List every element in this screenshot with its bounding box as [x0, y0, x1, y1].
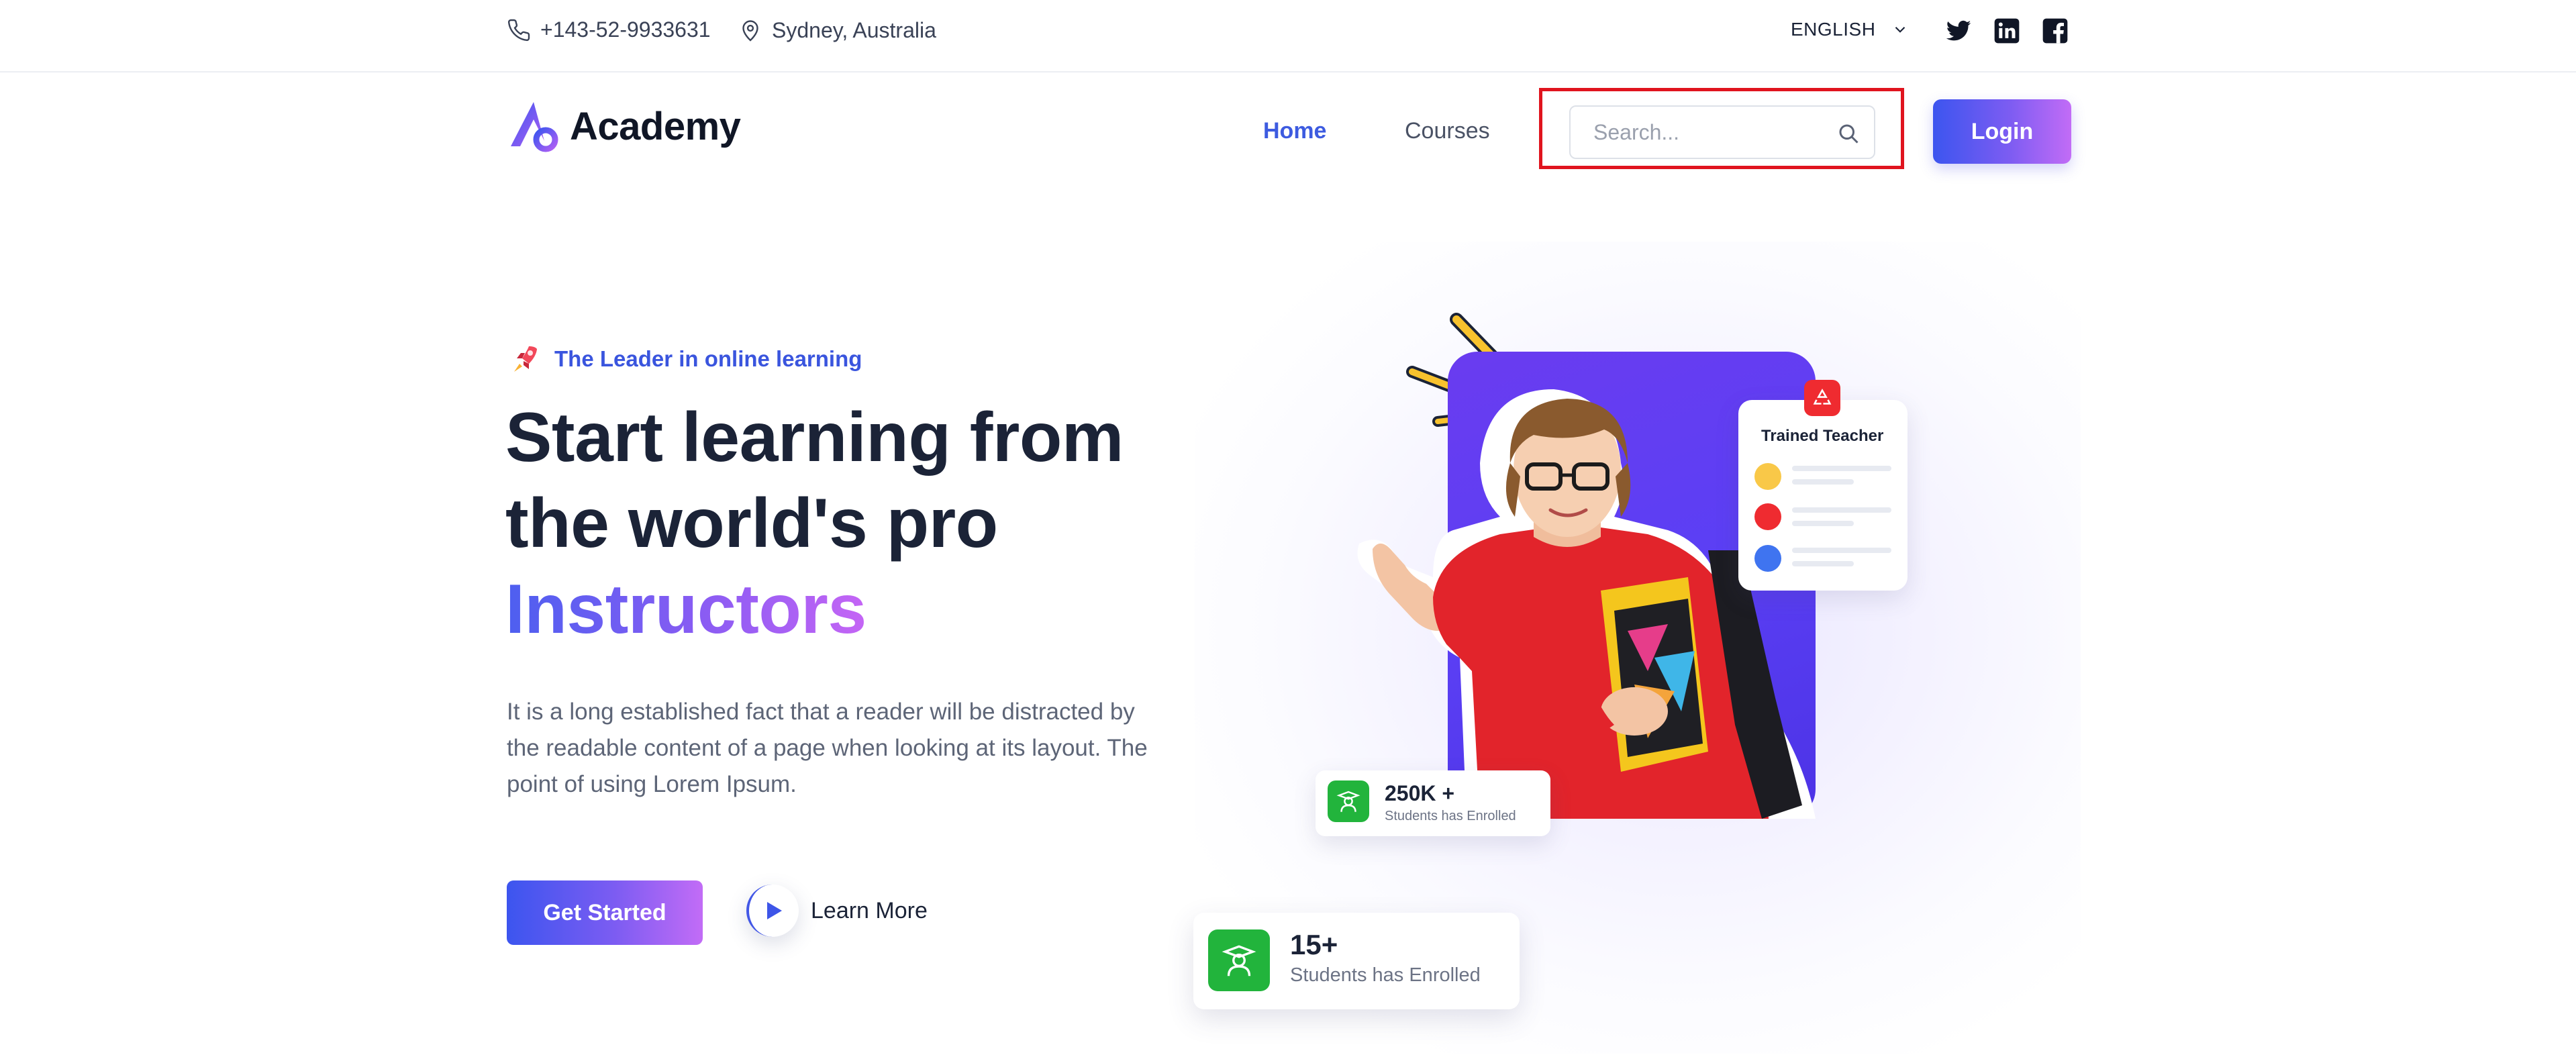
placeholder-line	[1792, 466, 1891, 471]
graduate-icon	[1328, 780, 1369, 822]
placeholder-line	[1792, 561, 1854, 566]
top-bar: +143-52-9933631 Sydney, Australia ENGLIS…	[0, 0, 2576, 72]
search-box[interactable]	[1569, 105, 1875, 159]
headline-line-1: Start learning from	[505, 399, 1124, 476]
headline-line-2: the world's pro	[505, 485, 998, 562]
location-text: Sydney, Australia	[772, 17, 936, 42]
get-started-button[interactable]: Get Started	[507, 880, 703, 945]
phone-contact[interactable]: +143-52-9933631	[507, 17, 711, 42]
stat-small-label: Students has Enrolled	[1385, 809, 1516, 823]
language-selector[interactable]: ENGLISH	[1791, 19, 1909, 40]
graduate-icon	[1208, 929, 1270, 991]
headline-highlight: Instructors	[505, 570, 866, 648]
login-button[interactable]: Login	[1933, 99, 2071, 164]
stat-large-value: 15+	[1290, 929, 1338, 960]
tagline-text: The Leader in online learning	[554, 346, 862, 371]
teacher-card-title: Trained Teacher	[1761, 427, 1884, 445]
learn-more-label: Learn More	[811, 897, 928, 923]
map-pin-icon	[742, 20, 758, 42]
location-info: Sydney, Australia	[738, 17, 936, 43]
rocket-icon	[514, 346, 537, 372]
search-icon[interactable]	[1836, 121, 1861, 146]
chevron-down-icon	[1895, 26, 1905, 33]
stat-large-label: Students has Enrolled	[1290, 964, 1481, 986]
teacher-dot-yellow	[1754, 463, 1781, 490]
phone-icon	[507, 19, 530, 41]
facebook-icon[interactable]	[2042, 17, 2069, 44]
linkedin-icon[interactable]	[1993, 17, 2020, 44]
hero-headline: Start learning from the world's pro Inst…	[505, 395, 1124, 652]
placeholder-line	[1792, 521, 1854, 526]
teacher-badge	[1804, 380, 1840, 416]
placeholder-line	[1792, 548, 1891, 553]
academy-logo[interactable]: Academy	[507, 99, 741, 153]
nav-courses[interactable]: Courses	[1405, 118, 1490, 144]
twitter-icon[interactable]	[1945, 17, 1972, 44]
nav-home[interactable]: Home	[1263, 118, 1326, 144]
hero-description: It is a long established fact that a rea…	[507, 699, 1148, 797]
language-label: ENGLISH	[1791, 19, 1876, 40]
logo-text: Academy	[570, 104, 741, 148]
search-input[interactable]	[1592, 119, 1823, 146]
tagline: The Leader in online learning	[510, 344, 862, 374]
recycle-icon	[1813, 389, 1832, 405]
phone-text: +143-52-9933631	[540, 17, 711, 42]
play-icon	[767, 902, 782, 919]
stat-small-value: 250K +	[1385, 781, 1455, 805]
teacher-dot-red	[1754, 503, 1781, 530]
logo-icon	[511, 102, 558, 152]
placeholder-line	[1792, 507, 1891, 513]
placeholder-line	[1792, 479, 1854, 485]
play-button[interactable]	[746, 885, 799, 937]
learn-more-link[interactable]: Learn More	[746, 885, 928, 937]
teacher-dot-blue	[1754, 545, 1781, 572]
